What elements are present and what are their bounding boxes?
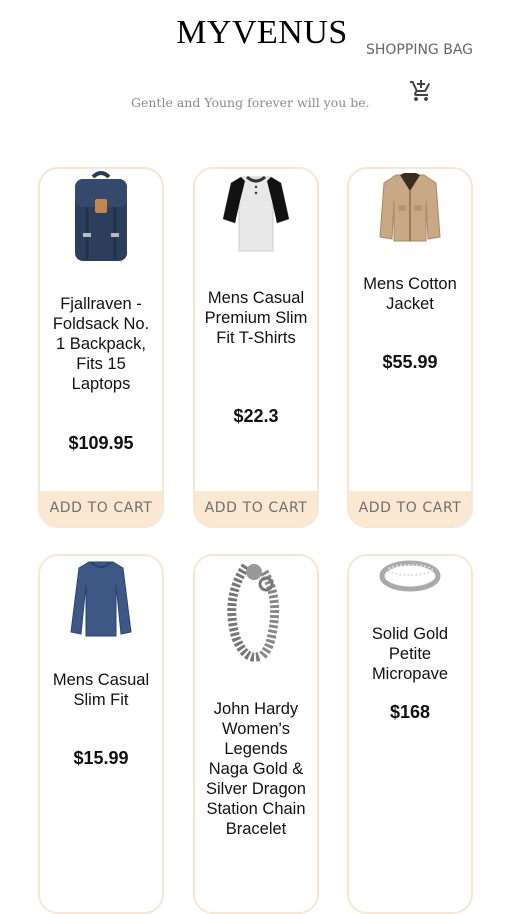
product-image-silver-ring[interactable] xyxy=(349,558,471,594)
product-price: $168 xyxy=(389,702,431,722)
product-card: John Hardy Women's Legends Naga Gold & S… xyxy=(193,554,319,914)
product-title[interactable]: Mens Casual Premium Slim Fit T-Shirts xyxy=(203,288,309,348)
product-price: $22.3 xyxy=(233,406,279,426)
product-price: $109.95 xyxy=(68,433,134,453)
product-image-raglan-tshirt[interactable] xyxy=(195,171,317,257)
product-title[interactable]: Fjallraven - Foldsack No. 1 Backpack, Fi… xyxy=(48,294,154,394)
product-title[interactable]: Solid Gold Petite Micropave xyxy=(357,624,463,684)
shopping-bag-label[interactable]: SHOPPING BAG xyxy=(366,42,473,58)
product-card: Solid Gold Petite Micropave $168 xyxy=(347,554,473,914)
product-card: Mens Cotton Jacket $55.99 ADD TO CART xyxy=(347,167,473,528)
add-shopping-cart-icon[interactable] xyxy=(409,79,433,103)
tagline: Gentle and Young forever will you be. xyxy=(131,95,370,110)
add-to-cart-button[interactable]: ADD TO CART xyxy=(40,491,162,526)
product-card: Fjallraven - Foldsack No. 1 Backpack, Fi… xyxy=(38,167,164,528)
add-to-cart-button[interactable]: ADD TO CART xyxy=(195,491,317,526)
product-price: $55.99 xyxy=(382,352,438,372)
product-image-dragon-bracelet[interactable] xyxy=(195,558,317,670)
product-title[interactable]: Mens Cotton Jacket xyxy=(357,274,463,314)
product-image-long-sleeve-shirt[interactable] xyxy=(40,558,162,640)
product-image-cotton-jacket[interactable] xyxy=(349,171,471,243)
product-title[interactable]: John Hardy Women's Legends Naga Gold & S… xyxy=(203,699,309,839)
product-card: Mens Casual Premium Slim Fit T-Shirts $2… xyxy=(193,167,319,528)
add-to-cart-button[interactable]: ADD TO CART xyxy=(349,491,471,526)
product-price: $15.99 xyxy=(73,748,129,768)
product-card: Mens Casual Slim Fit $15.99 xyxy=(38,554,164,914)
product-image-backpack[interactable] xyxy=(40,171,162,263)
product-title[interactable]: Mens Casual Slim Fit xyxy=(48,670,154,710)
